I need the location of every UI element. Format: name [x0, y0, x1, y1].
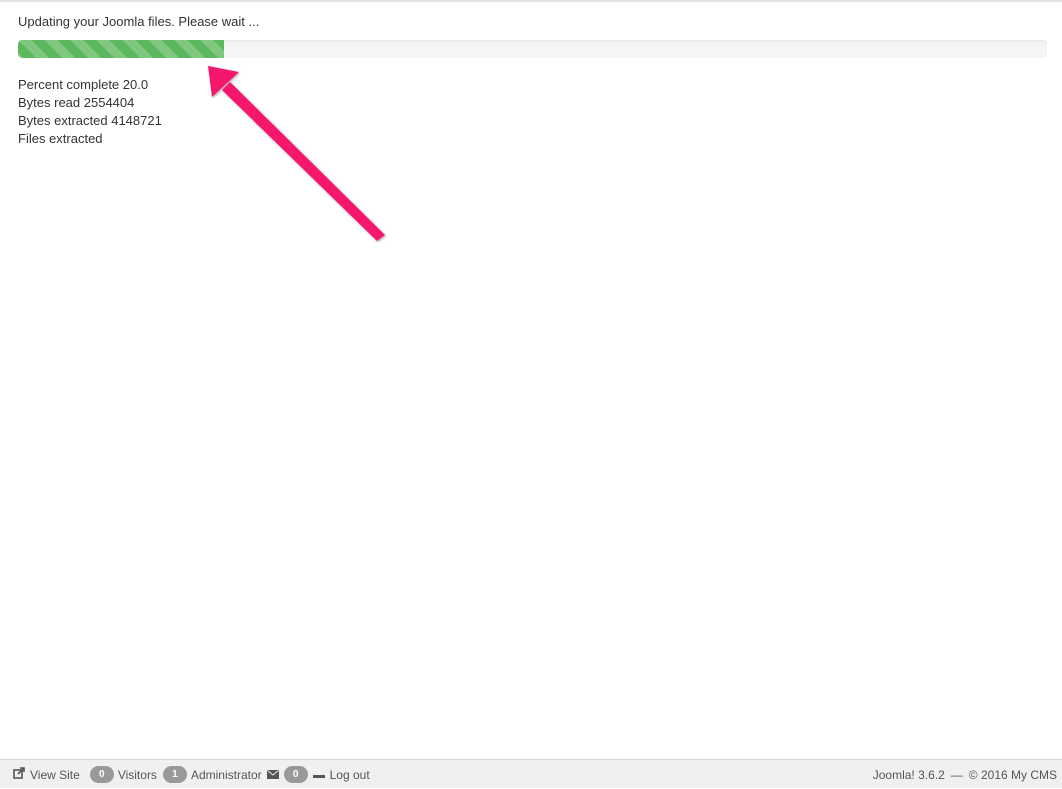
view-site-label: View Site — [30, 767, 80, 782]
visitors-label: Visitors — [117, 767, 157, 782]
top-rule — [0, 0, 1062, 2]
status-message: Updating your Joomla files. Please wait … — [18, 14, 260, 29]
extraction-stats: Percent complete 20.0 Bytes read 2554404… — [18, 76, 162, 148]
administrators-indicator[interactable]: 1 Administrator — [162, 766, 262, 783]
bytes-read-text: Bytes read 2554404 — [18, 95, 135, 110]
footer-left: View Site 0 Visitors 1 Administrator 0 L… — [13, 760, 370, 789]
footer-separator: — — [950, 767, 963, 782]
administrators-label: Administrator — [190, 767, 262, 782]
joomla-version-text: Joomla! 3.6.2 — [872, 767, 945, 782]
envelope-icon — [266, 768, 279, 782]
status-footer: View Site 0 Visitors 1 Administrator 0 L… — [0, 759, 1062, 788]
bytes-extracted-text: Bytes extracted 4148721 — [18, 113, 162, 128]
copyright-text: © 2016 My CMS — [968, 767, 1057, 782]
footer-right: Joomla! 3.6.2 — © 2016 My CMS — [873, 760, 1057, 789]
view-site-link[interactable]: View Site — [13, 767, 80, 782]
logout-link[interactable]: Log out — [312, 767, 370, 782]
external-link-icon — [13, 767, 25, 782]
administrators-count-badge: 1 — [162, 766, 187, 783]
arrow-shape — [208, 66, 385, 241]
percent-complete-text: Percent complete 20.0 — [18, 77, 149, 92]
progress-bar-fill — [18, 40, 224, 58]
minus-icon — [312, 768, 325, 782]
visitors-indicator[interactable]: 0 Visitors — [89, 766, 157, 783]
messages-count-badge: 0 — [283, 766, 308, 783]
messages-indicator[interactable]: 0 — [266, 766, 312, 783]
progress-track — [18, 40, 1047, 58]
logout-label: Log out — [329, 767, 370, 782]
visitors-count-badge: 0 — [89, 766, 114, 783]
files-extracted-text: Files extracted — [18, 131, 103, 146]
